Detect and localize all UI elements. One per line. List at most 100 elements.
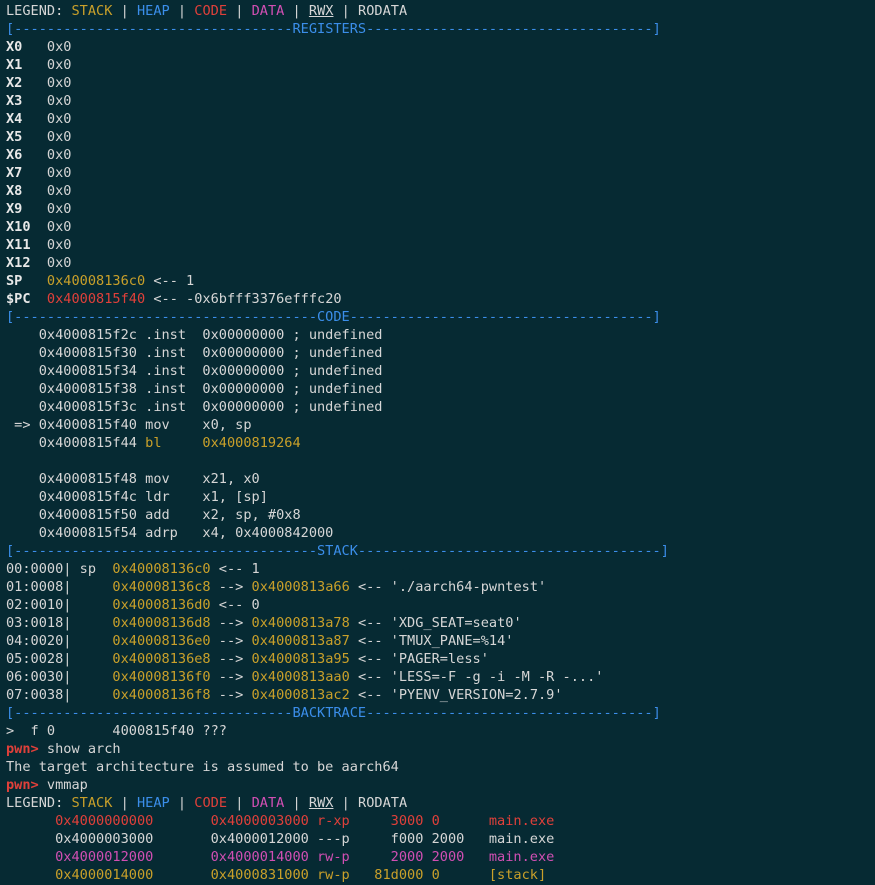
terminal-line: 0x4000815f38 .inst 0x00000000 ; undefine… (6, 380, 875, 398)
terminal-text-segment: 0x4000000000 0x4000003000 r-xp 3000 0 ma… (6, 813, 555, 829)
terminal-text-segment: 0x0 (46, 183, 72, 199)
terminal-text-segment: --> (210, 651, 252, 667)
terminal-text-segment: 0x0 (46, 75, 72, 91)
terminal-text-segment: pwn> (6, 741, 47, 757)
terminal-text-segment: | (169, 3, 195, 19)
terminal-line: 04:0020| 0x40008136e0 --> 0x4000813a87 <… (6, 632, 875, 650)
terminal-line: 0x4000815f50 add x2, sp, #0x8 (6, 506, 875, 524)
terminal-text-segment: 0x40008136e0 (112, 633, 211, 649)
terminal-text-segment: 01:0008| (6, 579, 113, 595)
terminal-line: The target architecture is assumed to be… (6, 758, 875, 776)
terminal-text-segment: [------------------------------------- (6, 309, 317, 325)
terminal-line: 06:0030| 0x40008136f0 --> 0x4000813aa0 <… (6, 668, 875, 686)
terminal-text-segment: -------------------------------------] (357, 543, 669, 559)
terminal-line: 0x4000815f48 mov x21, x0 (6, 470, 875, 488)
terminal-text-segment: --> (210, 687, 252, 703)
terminal-text-segment: --> (210, 633, 252, 649)
terminal-text-segment: | (112, 795, 137, 811)
terminal-text-segment: 0x40008136c8 (112, 579, 211, 595)
terminal-line: 00:0000| sp 0x40008136c0 <-- 1 (6, 560, 875, 578)
terminal-line: X9 0x0 (6, 200, 875, 218)
terminal-text-segment: 02:0010| (6, 597, 113, 613)
terminal-text-segment: 0x4000003000 0x4000012000 ---p f000 2000… (6, 831, 555, 847)
terminal-text-segment: 0x40008136d8 (112, 615, 211, 631)
terminal-line: X3 0x0 (6, 92, 875, 110)
terminal-text-segment: 0x40008136f8 (112, 687, 211, 703)
terminal-line: => 0x4000815f40 mov x0, sp (6, 416, 875, 434)
terminal-text-segment: 0x4000815f48 mov x21, x0 (6, 471, 260, 487)
terminal-text-segment: bl 0x4000819264 (145, 435, 301, 451)
terminal-line: 0x4000014000 0x4000831000 rw-p 81d000 0 … (6, 866, 875, 884)
terminal-line: X1 0x0 (6, 56, 875, 74)
terminal-text-segment: 0x4000815f40 (46, 291, 146, 307)
terminal-text-segment: --> (210, 615, 252, 631)
terminal-text-segment: | (284, 795, 309, 811)
terminal-text-segment: | (112, 3, 137, 19)
terminal-text-segment: --> (210, 579, 252, 595)
terminal-text-segment: | RODATA (333, 3, 408, 19)
terminal-line: [-------------------------------------ST… (6, 542, 875, 560)
terminal-text-segment: 0x4000012000 0x4000014000 rw-p 2000 2000… (6, 849, 555, 865)
terminal-line: pwn> vmmap (6, 776, 875, 794)
terminal-text-segment: LEGEND: (6, 3, 72, 19)
terminal-text-segment: <-- 'TMUX_PANE=%14' (349, 633, 514, 649)
terminal-text-segment: DATA (251, 795, 285, 811)
terminal-text-segment: <-- 'LESS=-F -g -i -M -R -...' (349, 669, 604, 685)
terminal-text-segment: 0x40008136c0 (112, 561, 211, 577)
terminal-text-segment: [------------------------------------- (6, 543, 317, 559)
terminal-text-segment: 0x4000815f54 adrp x4, 0x4000842000 (6, 525, 334, 541)
terminal-text-segment: X1 (6, 57, 47, 73)
terminal-text-segment: -----------------------------------] (366, 21, 661, 37)
terminal-text-segment: X10 (6, 219, 47, 235)
terminal-text-segment: SP (6, 273, 47, 289)
terminal-text-segment: 04:0020| (6, 633, 113, 649)
terminal-text-segment: --> (210, 669, 252, 685)
terminal-text-segment: REGISTERS (292, 21, 367, 37)
terminal-text-segment: X7 (6, 165, 47, 181)
terminal-text-segment: <-- -0x6bfff3376efffc20 (145, 291, 342, 307)
terminal-line: 0x4000815f4c ldr x1, [sp] (6, 488, 875, 506)
terminal-line: SP 0x40008136c0 <-- 1 (6, 272, 875, 290)
terminal-text-segment: <-- 'XDG_SEAT=seat0' (349, 615, 522, 631)
terminal-text-segment: 0x40008136e8 (112, 651, 211, 667)
terminal-text-segment: X8 (6, 183, 47, 199)
terminal-text-segment: X2 (6, 75, 47, 91)
terminal-text-segment: X9 (6, 201, 47, 217)
terminal-line: 0x4000815f30 .inst 0x00000000 ; undefine… (6, 344, 875, 362)
terminal-text-segment: BACKTRACE (292, 705, 367, 721)
terminal-line: X2 0x0 (6, 74, 875, 92)
terminal-text-segment: 0x4000813a87 (251, 633, 350, 649)
terminal-text-segment: | RODATA (333, 795, 408, 811)
terminal-text-segment: <-- 'PAGER=less' (349, 651, 489, 667)
terminal-text-segment: RWX (308, 795, 334, 811)
terminal-text-segment: 0x0 (46, 39, 72, 55)
terminal-line: 01:0008| 0x40008136c8 --> 0x4000813a66 <… (6, 578, 875, 596)
terminal-text-segment: 0x4000815f50 add x2, sp, #0x8 (6, 507, 301, 523)
terminal-line: [----------------------------------REGIS… (6, 20, 875, 38)
terminal-text-segment: X5 (6, 129, 47, 145)
terminal-line: $PC 0x4000815f40 <-- -0x6bfff3376efffc20 (6, 290, 875, 308)
terminal-text-segment: 0x0 (46, 219, 72, 235)
terminal-text-segment: The target architecture is assumed to be… (6, 759, 399, 775)
terminal-text-segment: 0x4000815f44 (6, 435, 146, 451)
terminal-text-segment: STACK (71, 795, 113, 811)
terminal-text-segment: 0x4000815f2c .inst 0x00000000 ; undefine… (6, 327, 383, 343)
terminal-text-segment: 0x0 (46, 165, 72, 181)
terminal-text-segment: <-- './aarch64-pwntest' (349, 579, 547, 595)
terminal-text-segment: 0x4000815f30 .inst 0x00000000 ; undefine… (6, 345, 383, 361)
terminal-text-segment: X11 (6, 237, 47, 253)
terminal-text-segment: 0x4000813a66 (251, 579, 350, 595)
terminal-text-segment: | (169, 795, 195, 811)
terminal-text-segment: 0x40008136d0 (112, 597, 211, 613)
terminal-text-segment: 07:0038| (6, 687, 113, 703)
terminal-text-segment: CODE (194, 3, 228, 19)
terminal-text-segment: CODE (194, 795, 228, 811)
terminal-line: X12 0x0 (6, 254, 875, 272)
terminal-text-segment: 0x4000815f38 .inst 0x00000000 ; undefine… (6, 381, 383, 397)
terminal-text-segment: DATA (251, 3, 285, 19)
terminal-text-segment: 0x4000815f3c .inst 0x00000000 ; undefine… (6, 399, 383, 415)
terminal-text-segment: -------------------------------------] (349, 309, 661, 325)
terminal-text-segment: CODE (317, 309, 350, 325)
terminal-line: X11 0x0 (6, 236, 875, 254)
